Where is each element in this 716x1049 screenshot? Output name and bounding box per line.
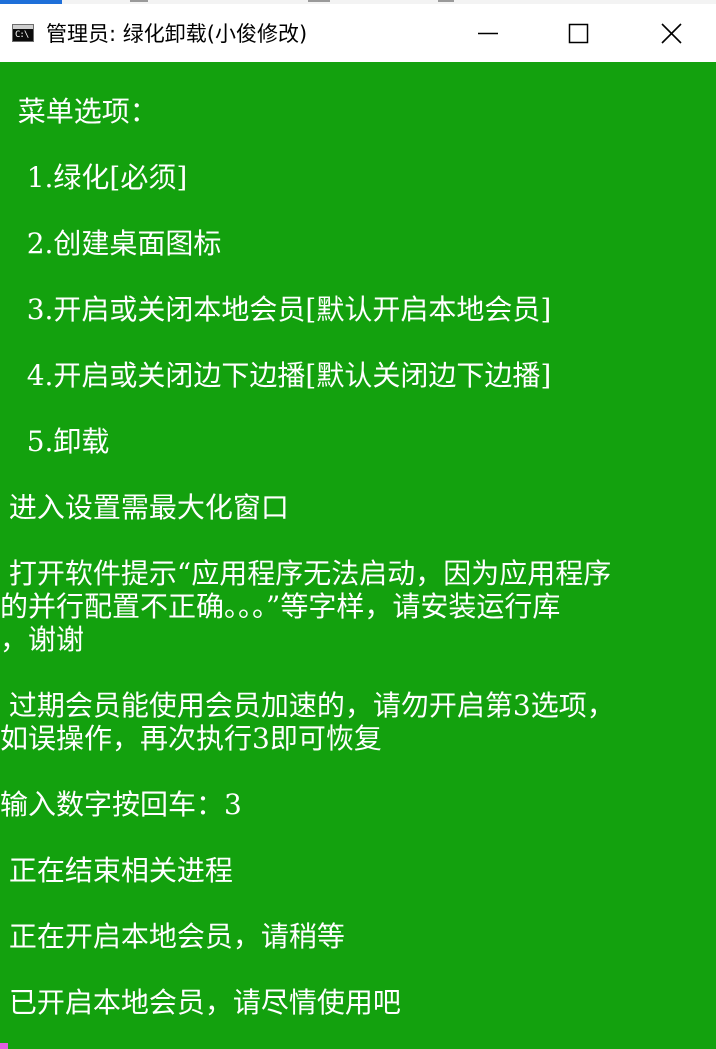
minimize-icon: [478, 32, 498, 35]
console-line: 过期会员能使用会员加速的，请勿开启第3选项，: [0, 689, 615, 722]
close-icon: [661, 23, 682, 44]
cmd-icon[interactable]: C:\: [12, 24, 34, 42]
console-line: 1.绿化[必须]: [0, 161, 188, 194]
cursor-marker: [0, 1043, 8, 1049]
console-line: 如误操作，再次执行3即可恢复: [0, 722, 382, 755]
console-line: 菜单选项：: [0, 95, 158, 128]
edge-mark: [308, 0, 330, 2]
taskbar-accent: [0, 0, 62, 4]
title-bar[interactable]: C:\ 管理员: 绿化卸载(小俊修改): [0, 0, 716, 62]
console-line: 正在结束相关进程: [0, 854, 233, 887]
console-line: 进入设置需最大化窗口: [0, 491, 289, 524]
console-line: 2.创建桌面图标: [0, 227, 222, 260]
console-line: 已开启本地会员，请尽情使用吧: [0, 986, 401, 1019]
console-window: C:\ 管理员: 绿化卸载(小俊修改) 菜单选项： 1.绿化[必须] 2.创建桌…: [0, 0, 716, 1049]
console-line: 5.卸载: [0, 425, 110, 458]
console-line: 输入数字按回车：3: [0, 788, 242, 821]
minimize-button[interactable]: [440, 0, 534, 62]
window-title: 管理员: 绿化卸载(小俊修改): [46, 22, 308, 46]
close-button[interactable]: [622, 0, 716, 62]
console-line: 正在开启本地会员，请稍等: [0, 920, 345, 953]
maximize-icon: [568, 23, 589, 44]
console-output[interactable]: 菜单选项： 1.绿化[必须] 2.创建桌面图标 3.开启或关闭本地会员[默认开启…: [0, 62, 716, 1049]
console-line: ，谢谢: [0, 623, 85, 656]
console-line: 的并行配置不正确。。。”等字样，请安装运行库: [0, 590, 561, 623]
console-line: 4.开启或关闭边下边播[默认关闭边下边播]: [0, 359, 552, 392]
cmd-icon-prompt: C:\: [15, 30, 29, 40]
edge-mark: [130, 0, 148, 2]
console-line: 打开软件提示“应用程序无法启动，因为应用程序: [0, 557, 612, 590]
console-line: 3.开启或关闭本地会员[默认开启本地会员]: [0, 293, 552, 326]
maximize-button[interactable]: [534, 0, 628, 62]
